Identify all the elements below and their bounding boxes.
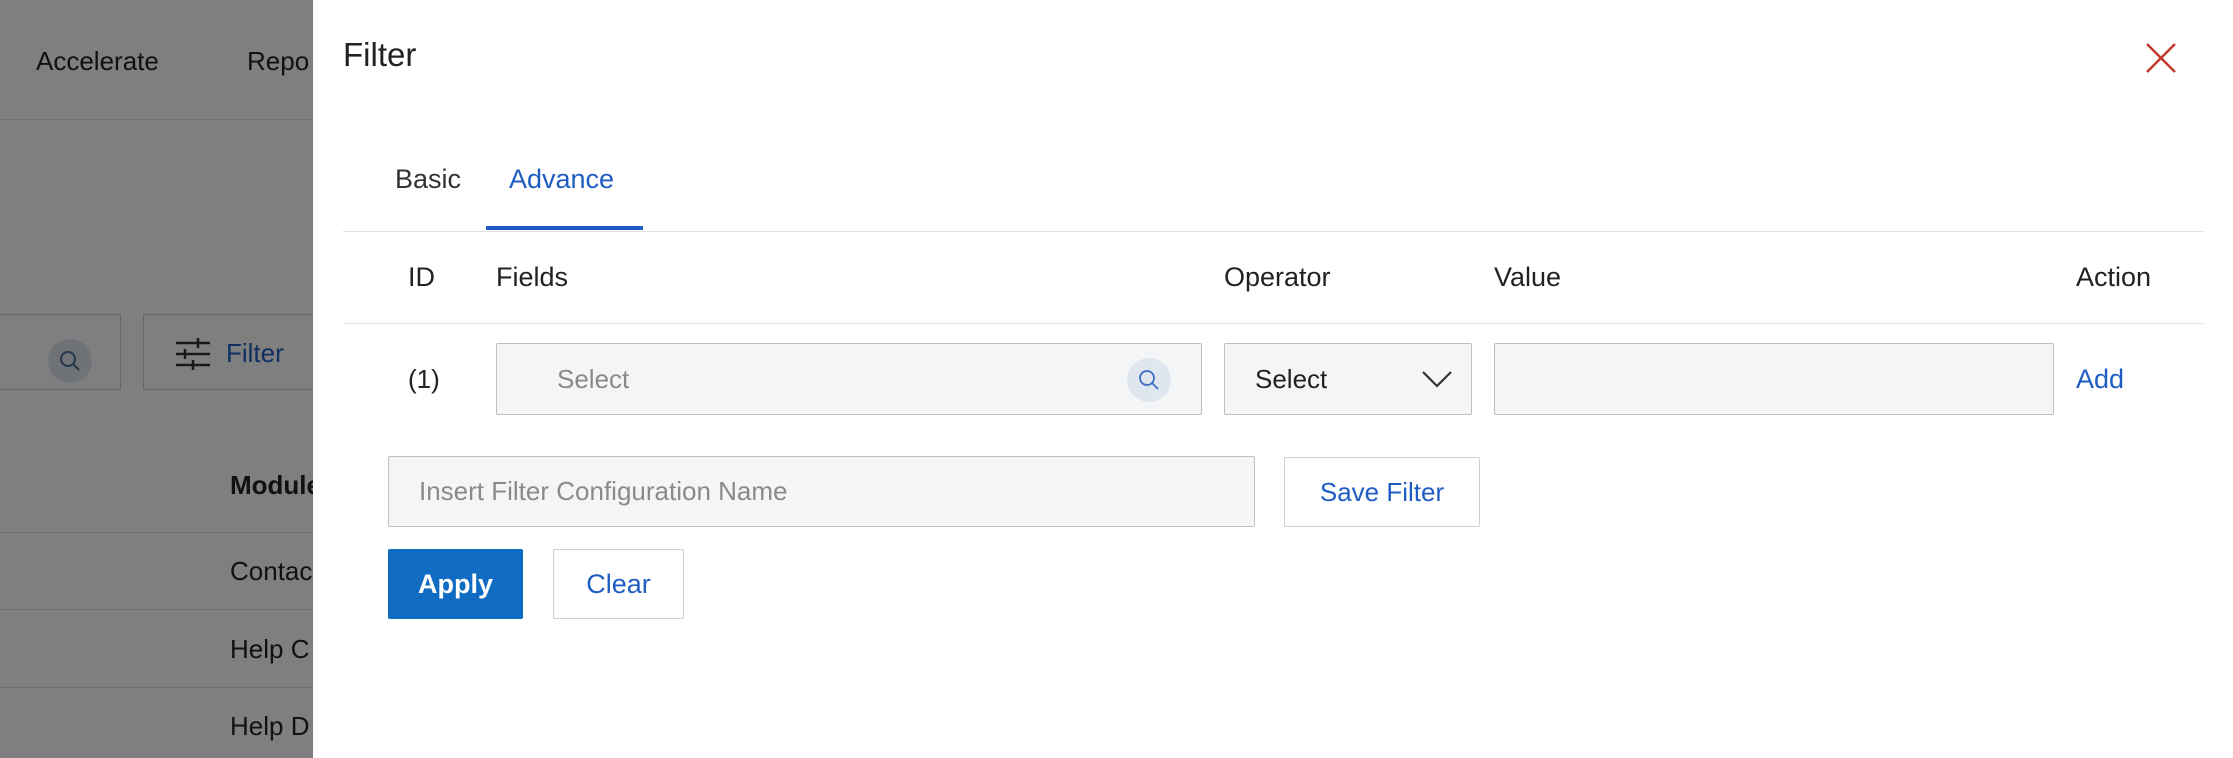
field-select[interactable]: Select [496,343,1202,415]
field-select-placeholder: Select [557,364,630,394]
row-id: (1) [408,364,440,394]
column-header-operator: Operator [1224,262,1331,292]
drawer-title: Filter [343,36,417,73]
filter-drawer: Filter Basic Advance ID Fields Operator … [313,0,2233,758]
add-condition-link[interactable]: Add [2076,364,2124,395]
apply-button[interactable]: Apply [388,549,523,619]
tab-basic[interactable]: Basic [395,164,461,195]
filter-config-name-input[interactable] [388,456,1255,527]
operator-selected-value: Select [1255,364,1328,394]
close-button[interactable] [2143,40,2179,76]
active-tab-indicator [486,226,643,230]
operator-select[interactable]: Select [1224,343,1472,415]
column-header-id: ID [408,262,435,292]
value-input[interactable] [1494,343,2054,415]
column-header-value: Value [1494,262,1562,292]
clear-button[interactable]: Clear [553,549,684,619]
chevron-down-icon [1422,371,1452,388]
column-header-action: Action [2076,262,2152,292]
save-filter-button[interactable]: Save Filter [1284,457,1480,527]
filter-tabs: Basic Advance [343,150,2203,232]
header-divider [343,323,2203,324]
search-icon[interactable] [1127,358,1171,402]
column-header-fields: Fields [496,262,569,292]
close-icon[interactable] [2143,40,2179,76]
tab-advance[interactable]: Advance [509,164,614,195]
